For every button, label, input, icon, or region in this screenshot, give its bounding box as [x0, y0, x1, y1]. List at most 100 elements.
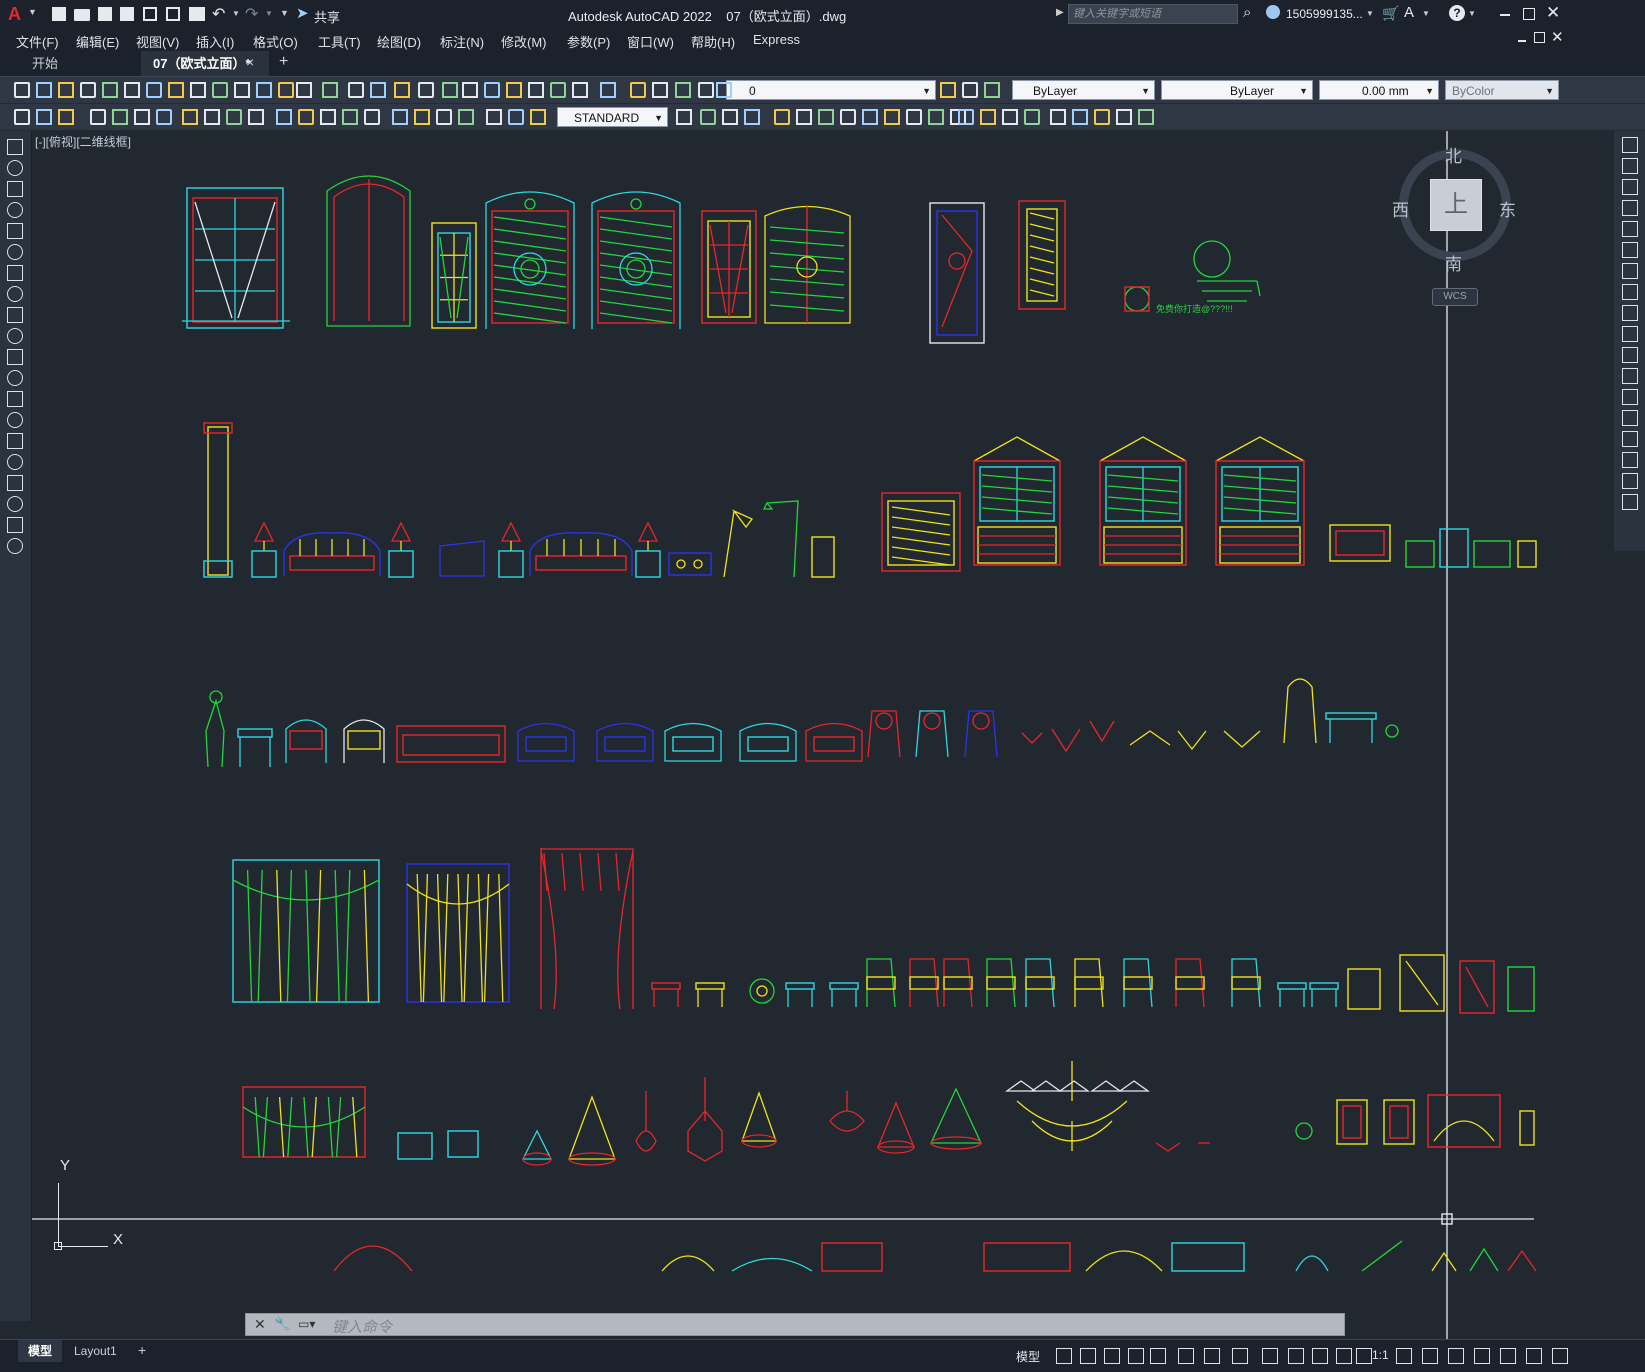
- toolbar-tool-icon[interactable]: [774, 109, 790, 125]
- menu-item-2[interactable]: 视图(V): [136, 32, 179, 51]
- menu-item-0[interactable]: 文件(F): [16, 32, 59, 51]
- modify-tool-icon[interactable]: [1622, 263, 1638, 279]
- toolbar-tool-icon[interactable]: [392, 109, 408, 125]
- status-toggle-icon[interactable]: [1150, 1348, 1166, 1364]
- status-toggle-icon[interactable]: [1336, 1348, 1352, 1364]
- toolbar-tool-icon[interactable]: [418, 82, 434, 98]
- toolbar-tool-icon[interactable]: [248, 109, 264, 125]
- toolbar-tool-icon[interactable]: [342, 109, 358, 125]
- toolbar-tool-icon[interactable]: [296, 82, 312, 98]
- saveas-icon[interactable]: [120, 7, 134, 21]
- expand-arrow-icon[interactable]: ▶: [1056, 7, 1064, 18]
- tab-start[interactable]: 开始: [20, 51, 142, 76]
- autocad-logo-icon[interactable]: A: [8, 4, 28, 24]
- toolbar-tool-icon[interactable]: [980, 109, 996, 125]
- toolbar-tool-icon[interactable]: [528, 82, 544, 98]
- toolbar-tool-icon[interactable]: [36, 109, 52, 125]
- status-toggle-icon[interactable]: [1422, 1348, 1438, 1364]
- toolbar-tool-icon[interactable]: [1024, 109, 1040, 125]
- toolbar-tool-icon[interactable]: [90, 109, 106, 125]
- command-recent-icon[interactable]: ▭▾: [298, 1317, 315, 1331]
- model-tab[interactable]: 模型: [18, 1340, 62, 1362]
- toolbar-tool-icon[interactable]: [14, 109, 30, 125]
- toolbar-tool-icon[interactable]: [1072, 109, 1088, 125]
- modify-tool-icon[interactable]: [1622, 452, 1638, 468]
- toolbar-tool-icon[interactable]: [212, 82, 228, 98]
- modify-tool-icon[interactable]: [1622, 137, 1638, 153]
- toolbar-tool-icon[interactable]: [226, 109, 242, 125]
- status-toggle-icon[interactable]: [1356, 1348, 1372, 1364]
- modify-tool-icon[interactable]: [1622, 347, 1638, 363]
- new-icon[interactable]: [52, 7, 66, 21]
- tab-close-icon[interactable]: ×: [246, 54, 254, 70]
- status-toggle-icon[interactable]: [1474, 1348, 1490, 1364]
- toolbar-tool-icon[interactable]: [436, 109, 452, 125]
- toolbar-tool-icon[interactable]: [234, 82, 250, 98]
- toolbar-tool-icon[interactable]: [796, 109, 812, 125]
- search-icon[interactable]: ⌕: [1243, 4, 1251, 21]
- open-icon[interactable]: [74, 9, 90, 21]
- doc-minimize-icon[interactable]: [1518, 40, 1526, 42]
- status-toggle-icon[interactable]: [1178, 1348, 1194, 1364]
- modify-tool-icon[interactable]: [1622, 284, 1638, 300]
- toolbar-tool-icon[interactable]: [530, 109, 546, 125]
- status-toggle-icon[interactable]: [1080, 1348, 1096, 1364]
- toolbar-tool-icon[interactable]: [462, 82, 478, 98]
- doc-restore-icon[interactable]: [1534, 32, 1545, 43]
- toolbar-tool-icon[interactable]: [1002, 109, 1018, 125]
- draw-tool-icon[interactable]: [7, 370, 23, 386]
- layout1-tab[interactable]: Layout1: [68, 1340, 123, 1362]
- draw-tool-icon[interactable]: [7, 454, 23, 470]
- toolbar-tool-icon[interactable]: [744, 109, 760, 125]
- draw-tool-icon[interactable]: [7, 286, 23, 302]
- toolbar-tool-icon[interactable]: [884, 109, 900, 125]
- menu-item-1[interactable]: 编辑(E): [76, 32, 119, 51]
- menu-item-10[interactable]: 窗口(W): [627, 32, 674, 51]
- toolbar-tool-icon[interactable]: [984, 82, 1000, 98]
- draw-tool-icon[interactable]: [7, 265, 23, 281]
- toolbar-tool-icon[interactable]: [102, 82, 118, 98]
- modify-tool-icon[interactable]: [1622, 242, 1638, 258]
- toolbar-tool-icon[interactable]: [320, 109, 336, 125]
- status-toggle-icon[interactable]: [1500, 1348, 1516, 1364]
- status-toggle-icon[interactable]: [1396, 1348, 1412, 1364]
- draw-tool-icon[interactable]: [7, 202, 23, 218]
- modify-tool-icon[interactable]: [1622, 494, 1638, 510]
- status-model-button[interactable]: 模型: [1016, 1348, 1040, 1365]
- a360-dropdown-icon[interactable]: ▼: [1422, 9, 1430, 18]
- draw-tool-icon[interactable]: [7, 307, 23, 323]
- toolbar-tool-icon[interactable]: [14, 82, 30, 98]
- draw-tool-icon[interactable]: [7, 328, 23, 344]
- toolbar-tool-icon[interactable]: [112, 109, 128, 125]
- autodesk-a360-icon[interactable]: A: [1404, 4, 1414, 21]
- customize-icon[interactable]: ▼: [280, 8, 289, 18]
- toolbar-tool-icon[interactable]: [862, 109, 878, 125]
- modify-tool-icon[interactable]: [1622, 326, 1638, 342]
- draw-tool-icon[interactable]: [7, 181, 23, 197]
- command-line-panel[interactable]: ✕ 🔧 ▭▾ 键入命令: [245, 1313, 1345, 1336]
- toolbar-tool-icon[interactable]: [1050, 109, 1066, 125]
- toolbar-tool-icon[interactable]: [1094, 109, 1110, 125]
- layer-dropdown[interactable]: 0 ▼: [726, 80, 936, 100]
- toolbar-tool-icon[interactable]: [652, 82, 668, 98]
- menu-item-4[interactable]: 格式(O): [253, 32, 298, 51]
- draw-tool-icon[interactable]: [7, 496, 23, 512]
- undo-icon[interactable]: ↶: [212, 4, 225, 24]
- status-toggle-icon[interactable]: [1312, 1348, 1328, 1364]
- modify-tool-icon[interactable]: [1622, 431, 1638, 447]
- toolbar-tool-icon[interactable]: [36, 82, 52, 98]
- menu-item-9[interactable]: 参数(P): [567, 32, 610, 51]
- undo-dropdown-icon[interactable]: ▼: [232, 9, 240, 18]
- toolbar-tool-icon[interactable]: [276, 109, 292, 125]
- menu-item-12[interactable]: Express: [753, 32, 800, 47]
- doc-close-icon[interactable]: ✕: [1551, 28, 1564, 46]
- toolbar-tool-icon[interactable]: [156, 109, 172, 125]
- viewcube-east[interactable]: 东: [1499, 196, 1516, 221]
- menu-item-3[interactable]: 插入(I): [196, 32, 234, 51]
- maximize-icon[interactable]: [1523, 8, 1535, 20]
- viewcube-top-face[interactable]: 上: [1430, 179, 1482, 231]
- toolbar-tool-icon[interactable]: [458, 109, 474, 125]
- command-input[interactable]: 键入命令: [332, 1316, 392, 1337]
- toolbar-tool-icon[interactable]: [840, 109, 856, 125]
- toolbar-tool-icon[interactable]: [134, 109, 150, 125]
